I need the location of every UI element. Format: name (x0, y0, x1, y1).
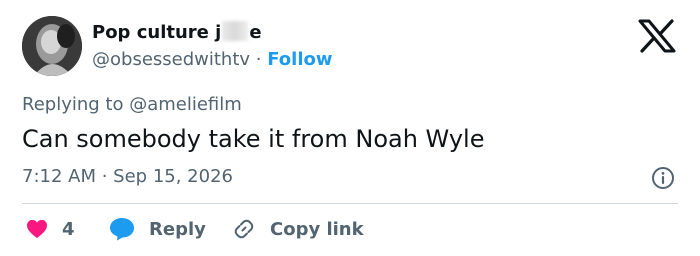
avatar[interactable] (22, 16, 82, 76)
timestamp[interactable]: 7:12 AM · Sep 15, 2026 (22, 164, 233, 190)
replying-to-label: Replying to (22, 94, 130, 115)
tweet-time: 7:12 AM (22, 166, 96, 187)
tweet-text: Can somebody take it from Noah Wyle (22, 125, 485, 153)
reply-label: Reply (149, 218, 206, 240)
author-handle-row: @obsessedwithtv · Follow (92, 47, 333, 73)
timestamp-separator: · (96, 166, 114, 187)
replying-to-handle[interactable]: @ameliefilm (129, 94, 242, 115)
reply-bubble-icon (110, 218, 134, 241)
handle-separator: · (250, 49, 268, 70)
copy-link-label: Copy link (270, 218, 364, 240)
author-name-start: Pop culture j (92, 22, 222, 43)
info-icon[interactable] (651, 166, 675, 190)
copy-link-button[interactable]: Copy link (232, 215, 364, 243)
like-count: 4 (62, 218, 75, 240)
replying-to: Replying to @ameliefilm (22, 92, 242, 118)
x-logo-icon[interactable] (637, 19, 677, 53)
link-icon (234, 219, 254, 239)
author-name-end: e (249, 22, 262, 43)
redaction-blur (222, 21, 249, 41)
follow-button[interactable]: Follow (267, 49, 332, 70)
heart-icon (27, 219, 47, 239)
divider (22, 203, 678, 204)
tweet-date: Sep 15, 2026 (113, 166, 233, 187)
author-name[interactable]: Pop culture j e (92, 20, 262, 46)
author-handle[interactable]: @obsessedwithtv (92, 49, 250, 70)
like-button[interactable]: 4 (26, 215, 75, 243)
reply-button[interactable]: Reply (109, 215, 206, 243)
